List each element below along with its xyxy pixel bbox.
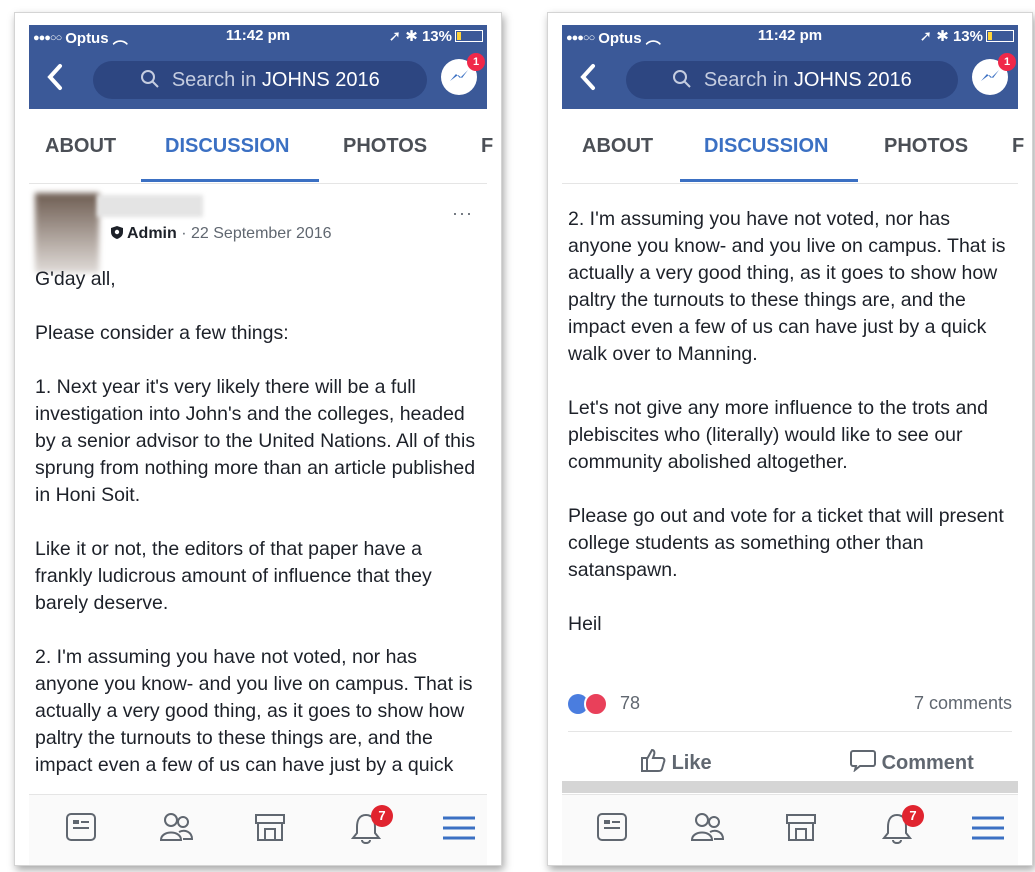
admin-shield-icon: [111, 226, 123, 239]
battery-percent: 13%: [952, 28, 983, 45]
tab-photos[interactable]: PHOTOS: [884, 135, 968, 158]
bluetooth-icon: ✱: [936, 28, 949, 45]
tab-discussion[interactable]: DISCUSSION: [704, 135, 828, 158]
search-group-name: JOHNS 2016: [793, 69, 912, 91]
comments-count[interactable]: 7 comments: [914, 693, 1012, 714]
author-avatar[interactable]: [35, 193, 99, 273]
post-meta: Admin · 22 September 2016: [111, 225, 332, 243]
news-feed-icon[interactable]: [65, 811, 97, 843]
messenger-icon: [981, 70, 999, 81]
post-paragraph: Like it or not, the editors of that pape…: [35, 538, 432, 614]
messenger-icon: [450, 70, 468, 81]
post-paragraph: 1. Next year it's very likely there will…: [35, 376, 476, 506]
messenger-button[interactable]: 1: [972, 53, 1016, 95]
like-button[interactable]: Like: [640, 748, 712, 775]
comment-button[interactable]: Comment: [850, 748, 974, 775]
back-chevron-icon[interactable]: [43, 61, 67, 93]
bottom-tab-bar: 7: [562, 794, 1018, 865]
search-placeholder: Search in: [703, 69, 789, 91]
status-bar: ●●●○○ Optus ︵ 11:42 pm ➚ ✱ 13%: [29, 25, 487, 47]
post-date[interactable]: · 22 September 2016: [181, 225, 331, 242]
group-search-input[interactable]: Search in JOHNS 2016: [626, 61, 958, 99]
comment-bubble-icon: [850, 750, 876, 773]
active-tab-indicator: [141, 179, 319, 182]
like-label: Like: [671, 752, 712, 774]
tab-files[interactable]: F: [1012, 135, 1024, 158]
marketplace-icon[interactable]: [784, 811, 818, 843]
tab-about[interactable]: ABOUT: [45, 135, 116, 158]
menu-hamburger-icon[interactable]: [443, 815, 475, 841]
reactions-bar[interactable]: 78 7 comments: [568, 690, 1012, 720]
tab-about[interactable]: ABOUT: [582, 135, 653, 158]
love-reaction-icon: [584, 692, 608, 716]
tab-photos[interactable]: PHOTOS: [343, 135, 427, 158]
post-paragraph: Please go out and vote for a ticket that…: [568, 505, 1004, 581]
bluetooth-icon: ✱: [405, 28, 418, 45]
top-navbar: Search in JOHNS 2016 1: [29, 47, 487, 109]
active-tab-indicator: [680, 179, 858, 182]
author-role: Admin: [127, 225, 177, 242]
search-placeholder: Search in: [171, 69, 257, 91]
notifications-badge: 7: [371, 805, 393, 827]
top-navbar: Search in JOHNS 2016 1: [562, 47, 1018, 109]
group-search-input[interactable]: Search in JOHNS 2016: [93, 61, 427, 99]
messenger-button[interactable]: 1: [441, 53, 485, 95]
post-paragraph: 2. I'm assuming you have not voted, nor …: [568, 208, 1006, 365]
post-paragraph: Please consider a few things:: [35, 322, 289, 344]
comment-label: Comment: [881, 752, 974, 774]
group-tabs: ABOUT DISCUSSION PHOTOS F: [562, 123, 1024, 184]
post-actions: Like Comment: [568, 731, 1012, 788]
post-paragraph: Heil: [568, 613, 602, 635]
post-body: G'day all, Please consider a few things:…: [35, 266, 481, 782]
friends-icon[interactable]: [690, 811, 724, 843]
search-icon: [673, 70, 691, 88]
menu-hamburger-icon[interactable]: [972, 815, 1004, 841]
post-greeting: G'day all,: [35, 268, 116, 290]
notifications-badge: 7: [902, 805, 924, 827]
battery-percent: 13%: [421, 28, 452, 45]
phone-screen-right: ●●●○○ Optus ︵ 11:42 pm ➚ ✱ 13% Search in …: [547, 12, 1033, 866]
messenger-badge: 1: [998, 53, 1016, 71]
bottom-tab-bar: 7: [29, 794, 487, 865]
back-chevron-icon[interactable]: [576, 61, 600, 93]
messenger-badge: 1: [467, 53, 485, 71]
feed-separator: [562, 781, 1018, 793]
search-icon: [141, 70, 159, 88]
thumbs-up-icon: [641, 748, 666, 772]
author-name-redacted: [97, 195, 203, 217]
post-body: 2. I'm assuming you have not voted, nor …: [568, 206, 1012, 665]
status-bar: ●●●○○ Optus ︵ 11:42 pm ➚ ✱ 13%: [562, 25, 1018, 47]
news-feed-icon[interactable]: [596, 811, 628, 843]
friends-icon[interactable]: [159, 811, 193, 843]
post-paragraph: 2. I'm assuming you have not voted, nor …: [35, 646, 473, 782]
battery-icon: [986, 30, 1014, 42]
location-icon: ➚: [388, 28, 402, 45]
group-tabs: ABOUT DISCUSSION PHOTOS F: [29, 123, 493, 184]
search-group-name: JOHNS 2016: [261, 69, 380, 91]
phone-screen-left: ●●●○○ Optus ︵ 11:42 pm ➚ ✱ 13% Search in …: [14, 12, 502, 866]
battery-icon: [455, 30, 483, 42]
tab-files[interactable]: F: [481, 135, 493, 158]
more-options-icon[interactable]: ···: [452, 203, 473, 224]
tab-discussion[interactable]: DISCUSSION: [165, 135, 289, 158]
location-icon: ➚: [919, 28, 933, 45]
marketplace-icon[interactable]: [253, 811, 287, 843]
post-paragraph: Let's not give any more influence to the…: [568, 397, 988, 473]
reaction-count[interactable]: 78: [620, 693, 640, 714]
